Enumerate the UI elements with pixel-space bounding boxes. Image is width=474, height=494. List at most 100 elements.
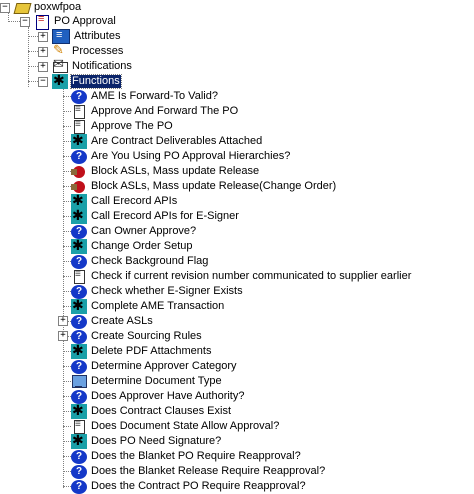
function-item[interactable]: ? Does Approver Have Authority? [71, 389, 245, 404]
function-item[interactable]: Does Document State Allow Approval? [71, 419, 280, 434]
tree-line [63, 126, 71, 127]
tree-line [63, 381, 71, 382]
function-item[interactable]: Determine Document Type [71, 374, 223, 389]
tree-node-notifications[interactable]: + Notifications [38, 57, 133, 74]
tree-line [63, 141, 71, 142]
tree-line [63, 231, 71, 232]
function-item[interactable]: Does PO Need Signature? [71, 433, 222, 449]
function-label: Change Order Setup [91, 240, 193, 252]
tree-line [28, 81, 38, 82]
function-item[interactable]: Approve And Forward The PO [71, 104, 239, 119]
function-label: Can Owner Approve? [91, 225, 197, 237]
function-label: Does Document State Allow Approval? [91, 420, 280, 432]
function-label: Does Contract Clauses Exist [91, 405, 231, 417]
expand-toggle[interactable]: + [38, 31, 48, 42]
tree-line [63, 171, 71, 172]
collapse-toggle[interactable]: − [38, 76, 48, 87]
notification-icon [52, 57, 68, 74]
attributes-icon [52, 29, 70, 44]
function-item[interactable]: ? Can Owner Approve? [71, 224, 197, 239]
function-item[interactable]: Does Contract Clauses Exist [71, 403, 232, 419]
stop-icon [71, 179, 87, 194]
function-item[interactable]: ? Create Sourcing Rules [71, 329, 203, 344]
navigator-tree: − poxwfpoa − PO Approval + Attributes + … [0, 0, 474, 494]
question-icon: ? [71, 89, 87, 104]
expand-toggle[interactable]: + [38, 61, 48, 72]
question-icon: ? [71, 329, 87, 344]
stop-icon [71, 164, 87, 179]
tree-node-processes[interactable]: + Processes [38, 43, 124, 59]
tree-node-label: PO Approval [54, 15, 116, 27]
tree-node-functions[interactable]: − Functions [38, 73, 122, 89]
function-item[interactable]: Block ASLs, Mass update Release [71, 164, 260, 179]
computer-icon [71, 374, 87, 389]
function-item[interactable]: ? Does the Blanket PO Require Reapproval? [71, 449, 302, 464]
function-item[interactable]: ? Determine Approver Category [71, 359, 238, 374]
gear-icon [71, 238, 87, 254]
function-label: Does the Blanket PO Require Reapproval? [91, 450, 301, 462]
expand-toggle[interactable]: + [58, 316, 68, 326]
question-icon: ? [71, 449, 87, 464]
tree-line [63, 486, 71, 487]
function-item[interactable]: ? AME Is Forward-To Valid? [71, 89, 219, 104]
function-item[interactable]: ? Create ASLs [71, 314, 154, 329]
function-item[interactable]: ? Check whether E-Signer Exists [71, 284, 244, 299]
tree-line [63, 306, 71, 307]
collapse-toggle[interactable]: − [20, 16, 30, 27]
function-item[interactable]: Block ASLs, Mass update Release(Change O… [71, 179, 337, 194]
tree-line [63, 261, 71, 262]
function-item[interactable]: ? Are You Using PO Approval Hierarchies? [71, 149, 291, 164]
document-icon [34, 13, 50, 30]
function-item[interactable]: ? Does the Blanket Release Require Reappr… [71, 464, 326, 479]
function-label: Determine Approver Category [91, 360, 237, 372]
tree-line [63, 351, 71, 352]
function-item[interactable]: Complete AME Transaction [71, 298, 225, 314]
function-item[interactable]: Are Contract Deliverables Attached [71, 133, 263, 149]
collapse-toggle[interactable]: − [0, 2, 10, 13]
function-label: Call Erecord APIs for E-Signer [91, 210, 239, 222]
function-item[interactable]: Delete PDF Attachments [71, 343, 212, 359]
expand-toggle[interactable]: + [38, 46, 48, 57]
tree-node-label: Notifications [72, 60, 132, 72]
tree-line [28, 66, 38, 67]
function-label: Check if current revision number communi… [91, 270, 412, 282]
gear-icon [71, 298, 87, 314]
tree-line [63, 186, 71, 187]
function-item[interactable]: ? Check Background Flag [71, 254, 209, 269]
expand-toggle[interactable]: + [58, 331, 68, 341]
tree-line [63, 156, 71, 157]
function-label: Check Background Flag [91, 255, 209, 267]
function-label: Delete PDF Attachments [91, 345, 212, 357]
tree-node-process[interactable]: − PO Approval [20, 13, 117, 30]
function-item[interactable]: Approve The PO [71, 119, 174, 134]
question-icon: ? [71, 464, 87, 479]
question-icon: ? [71, 284, 87, 299]
tree-line [63, 366, 71, 367]
function-item[interactable]: Call Erecord APIs [71, 193, 178, 209]
function-item[interactable]: Call Erecord APIs for E-Signer [71, 208, 240, 224]
package-icon [14, 0, 30, 15]
function-label: Are You Using PO Approval Hierarchies? [91, 150, 291, 162]
gear-icon [71, 403, 87, 419]
function-item[interactable]: Check if current revision number communi… [71, 269, 412, 284]
tree-line [28, 36, 38, 37]
tree-line [63, 396, 71, 397]
function-item[interactable]: ? Does the Contract PO Require Reapproval… [71, 479, 307, 494]
function-label: Are Contract Deliverables Attached [91, 135, 263, 147]
tree-line [63, 441, 71, 442]
function-label: Approve And Forward The PO [91, 105, 239, 117]
document-icon [71, 269, 87, 284]
tree-line [63, 456, 71, 457]
tree-node-attributes[interactable]: + Attributes [38, 29, 121, 44]
document-icon [71, 419, 87, 434]
function-label: Block ASLs, Mass update Release [91, 165, 260, 177]
function-label: AME Is Forward-To Valid? [91, 90, 218, 102]
tree-node-label: Attributes [74, 30, 121, 42]
question-icon: ? [71, 389, 87, 404]
tree-line [63, 201, 71, 202]
tree-line [63, 411, 71, 412]
function-label: Does PO Need Signature? [91, 435, 222, 447]
function-item[interactable]: Change Order Setup [71, 238, 194, 254]
question-icon: ? [71, 149, 87, 164]
tree-node-label: Functions [70, 74, 122, 89]
